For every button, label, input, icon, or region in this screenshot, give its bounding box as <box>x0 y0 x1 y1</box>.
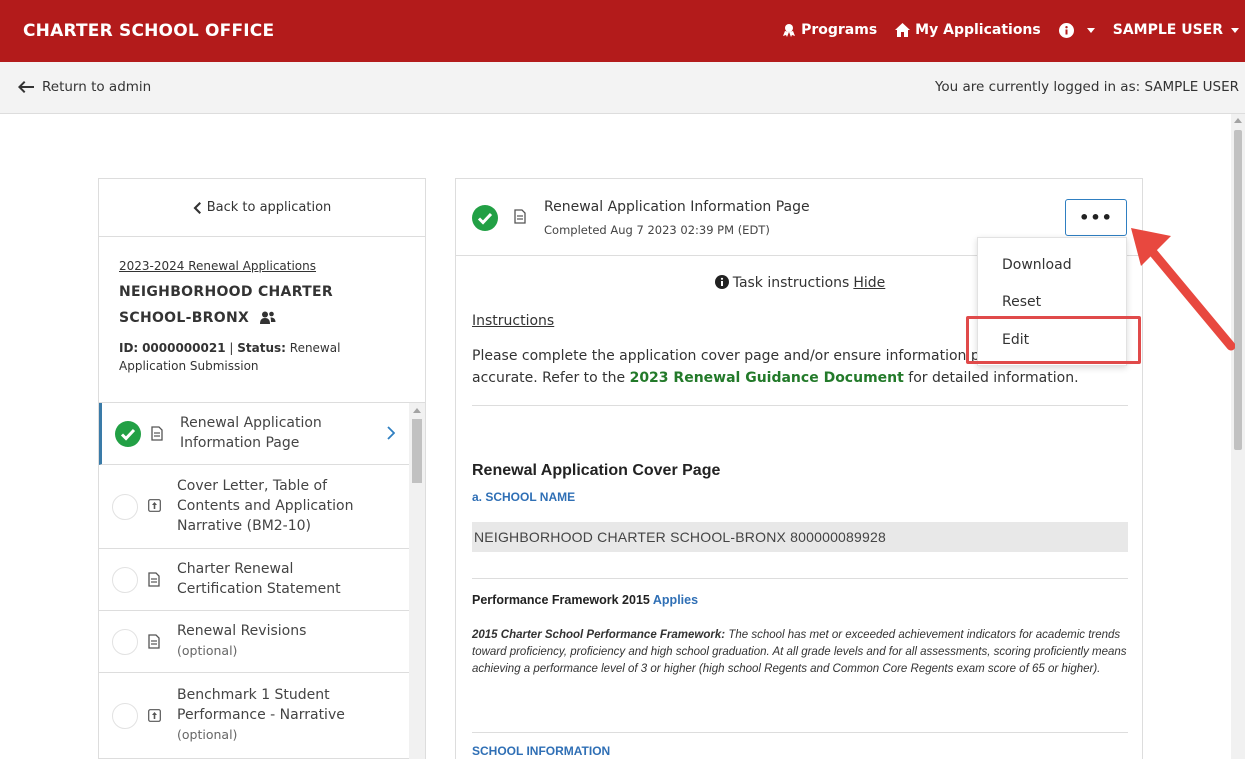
upload-icon <box>148 499 161 512</box>
scrollbar-thumb[interactable] <box>1234 130 1242 450</box>
pf-applies: Applies <box>652 593 699 607</box>
chevron-down-icon <box>1086 27 1095 33</box>
school-name: NEIGHBORHOOD CHARTER SCHOOL-BRONX <box>119 279 405 331</box>
check-circle-icon <box>472 205 498 231</box>
status-label: Status: <box>237 341 286 355</box>
top-nav: Programs My Applications SAMPLE USER <box>764 22 1239 38</box>
application-type-link[interactable]: 2023-2024 Renewal Applications <box>119 259 405 273</box>
id-label: ID: <box>119 341 139 355</box>
scroll-up-icon[interactable] <box>1234 118 1242 123</box>
performance-framework-text: 2015 Charter School Performance Framewor… <box>472 627 1128 678</box>
nav-info-menu[interactable] <box>1058 22 1095 38</box>
page-scrollbar[interactable] <box>1231 114 1245 759</box>
nav-my-applications-label: My Applications <box>915 22 1041 38</box>
user-name: SAMPLE USER <box>1112 22 1223 38</box>
menu-item-download[interactable]: Download <box>1002 257 1072 273</box>
task-label-wrap: Benchmark 1 Student Performance - Narrat… <box>177 685 377 745</box>
task-item-cover-letter[interactable]: Cover Letter, Table of Contents and Appl… <box>99 465 409 549</box>
instructions-text-2: accurate. Refer to the <box>472 370 626 386</box>
check-circle-icon <box>115 421 141 447</box>
scrollbar-thumb[interactable] <box>412 419 422 483</box>
divider <box>472 578 1128 579</box>
empty-circle-icon <box>112 703 138 729</box>
back-label: Back to application <box>206 200 332 215</box>
instructions-text-3: for detailed information. <box>908 370 1079 386</box>
brand-title[interactable]: CHARTER SCHOOL OFFICE <box>23 21 274 41</box>
hide-instructions-link[interactable]: Hide <box>853 275 885 291</box>
school-information-label: SCHOOL INFORMATION <box>472 744 611 758</box>
document-icon <box>148 634 160 649</box>
menu-item-reset[interactable]: Reset <box>1002 294 1041 310</box>
divider <box>472 405 1128 406</box>
application-meta: ID: 0000000021 | Status: Renewal Applica… <box>119 341 341 373</box>
performance-framework-title: Performance Framework 2015 Applies <box>472 593 698 607</box>
document-icon <box>151 426 163 441</box>
divider <box>472 732 1128 733</box>
top-navbar: CHARTER SCHOOL OFFICE Programs My Applic… <box>0 0 1245 62</box>
return-label: Return to admin <box>42 79 152 95</box>
task-optional: (optional) <box>177 727 238 742</box>
empty-circle-icon <box>112 629 138 655</box>
task-label: Charter Renewal Certification Statement <box>177 561 341 597</box>
back-to-application-link[interactable]: Back to application <box>99 179 425 237</box>
empty-circle-icon <box>112 494 138 520</box>
task-item-information-page[interactable]: Renewal Application Information Page <box>99 403 409 465</box>
task-item-renewal-revisions[interactable]: Renewal Revisions (optional) <box>99 611 409 673</box>
scroll-up-icon[interactable] <box>413 408 421 413</box>
instructions-heading: Instructions <box>472 313 555 329</box>
chevron-left-icon <box>193 201 201 214</box>
return-to-admin-link[interactable]: Return to admin <box>18 79 151 95</box>
school-name-value: NEIGHBORHOOD CHARTER SCHOOL-BRONX 800000… <box>472 522 1128 552</box>
task-title: Renewal Application Information Page <box>544 199 810 215</box>
award-icon <box>783 24 796 37</box>
task-optional: (optional) <box>177 643 238 658</box>
nav-user-menu[interactable]: SAMPLE USER <box>1113 22 1239 38</box>
nav-programs-label: Programs <box>801 22 878 38</box>
chevron-right-icon <box>387 426 395 440</box>
task-label: Renewal Revisions <box>177 623 307 639</box>
upload-icon <box>148 709 161 722</box>
document-icon <box>514 209 526 224</box>
info-icon <box>1058 22 1074 38</box>
completed-timestamp: Completed Aug 7 2023 02:39 PM (EDT) <box>544 223 770 237</box>
guidance-document-link[interactable]: 2023 Renewal Guidance Document <box>630 370 904 386</box>
task-label: Benchmark 1 Student Performance - Narrat… <box>177 687 345 723</box>
id-value: 0000000021 <box>142 341 226 355</box>
pf-bold: 2015 Charter School Performance Framewor… <box>472 629 726 641</box>
edit-highlight-box <box>966 316 1141 364</box>
document-icon <box>148 572 160 587</box>
logged-in-as: You are currently logged in as: SAMPLE U… <box>934 79 1239 95</box>
more-options-button[interactable]: ••• <box>1065 199 1127 236</box>
pf-title-text: Performance Framework 2015 <box>472 593 650 607</box>
school-name-label: a. SCHOOL NAME <box>472 490 576 504</box>
task-list-scrollbar[interactable] <box>409 403 425 759</box>
task-sidebar: Back to application 2023-2024 Renewal Ap… <box>98 178 426 759</box>
task-item-benchmark-1[interactable]: Benchmark 1 Student Performance - Narrat… <box>99 673 409 759</box>
users-icon <box>260 311 276 324</box>
empty-circle-icon <box>112 567 138 593</box>
annotation-arrow-icon <box>1131 228 1235 351</box>
task-label: Cover Letter, Table of Contents and Appl… <box>177 478 354 534</box>
school-name-text: NEIGHBORHOOD CHARTER SCHOOL-BRONX <box>119 284 333 326</box>
task-label: Renewal Application Information Page <box>180 415 322 451</box>
instructions-line-2: accurate. Refer to the 2023 Renewal Guid… <box>472 367 1128 389</box>
home-icon <box>895 23 911 37</box>
arrow-left-icon <box>18 81 34 93</box>
cover-page-title: Renewal Application Cover Page <box>472 462 721 479</box>
task-list: Renewal Application Information Page Cov… <box>99 403 409 759</box>
application-info: 2023-2024 Renewal Applications NEIGHBORH… <box>99 237 425 403</box>
task-item-certification-statement[interactable]: Charter Renewal Certification Statement <box>99 549 409 611</box>
task-label-wrap: Renewal Revisions (optional) <box>177 621 377 661</box>
sub-bar: Return to admin You are currently logged… <box>0 62 1245 114</box>
nav-my-applications[interactable]: My Applications <box>895 22 1041 38</box>
task-instructions-label: Task instructions <box>732 275 850 291</box>
nav-programs[interactable]: Programs <box>782 22 877 38</box>
chevron-down-icon <box>1231 27 1239 33</box>
info-icon <box>714 275 729 289</box>
